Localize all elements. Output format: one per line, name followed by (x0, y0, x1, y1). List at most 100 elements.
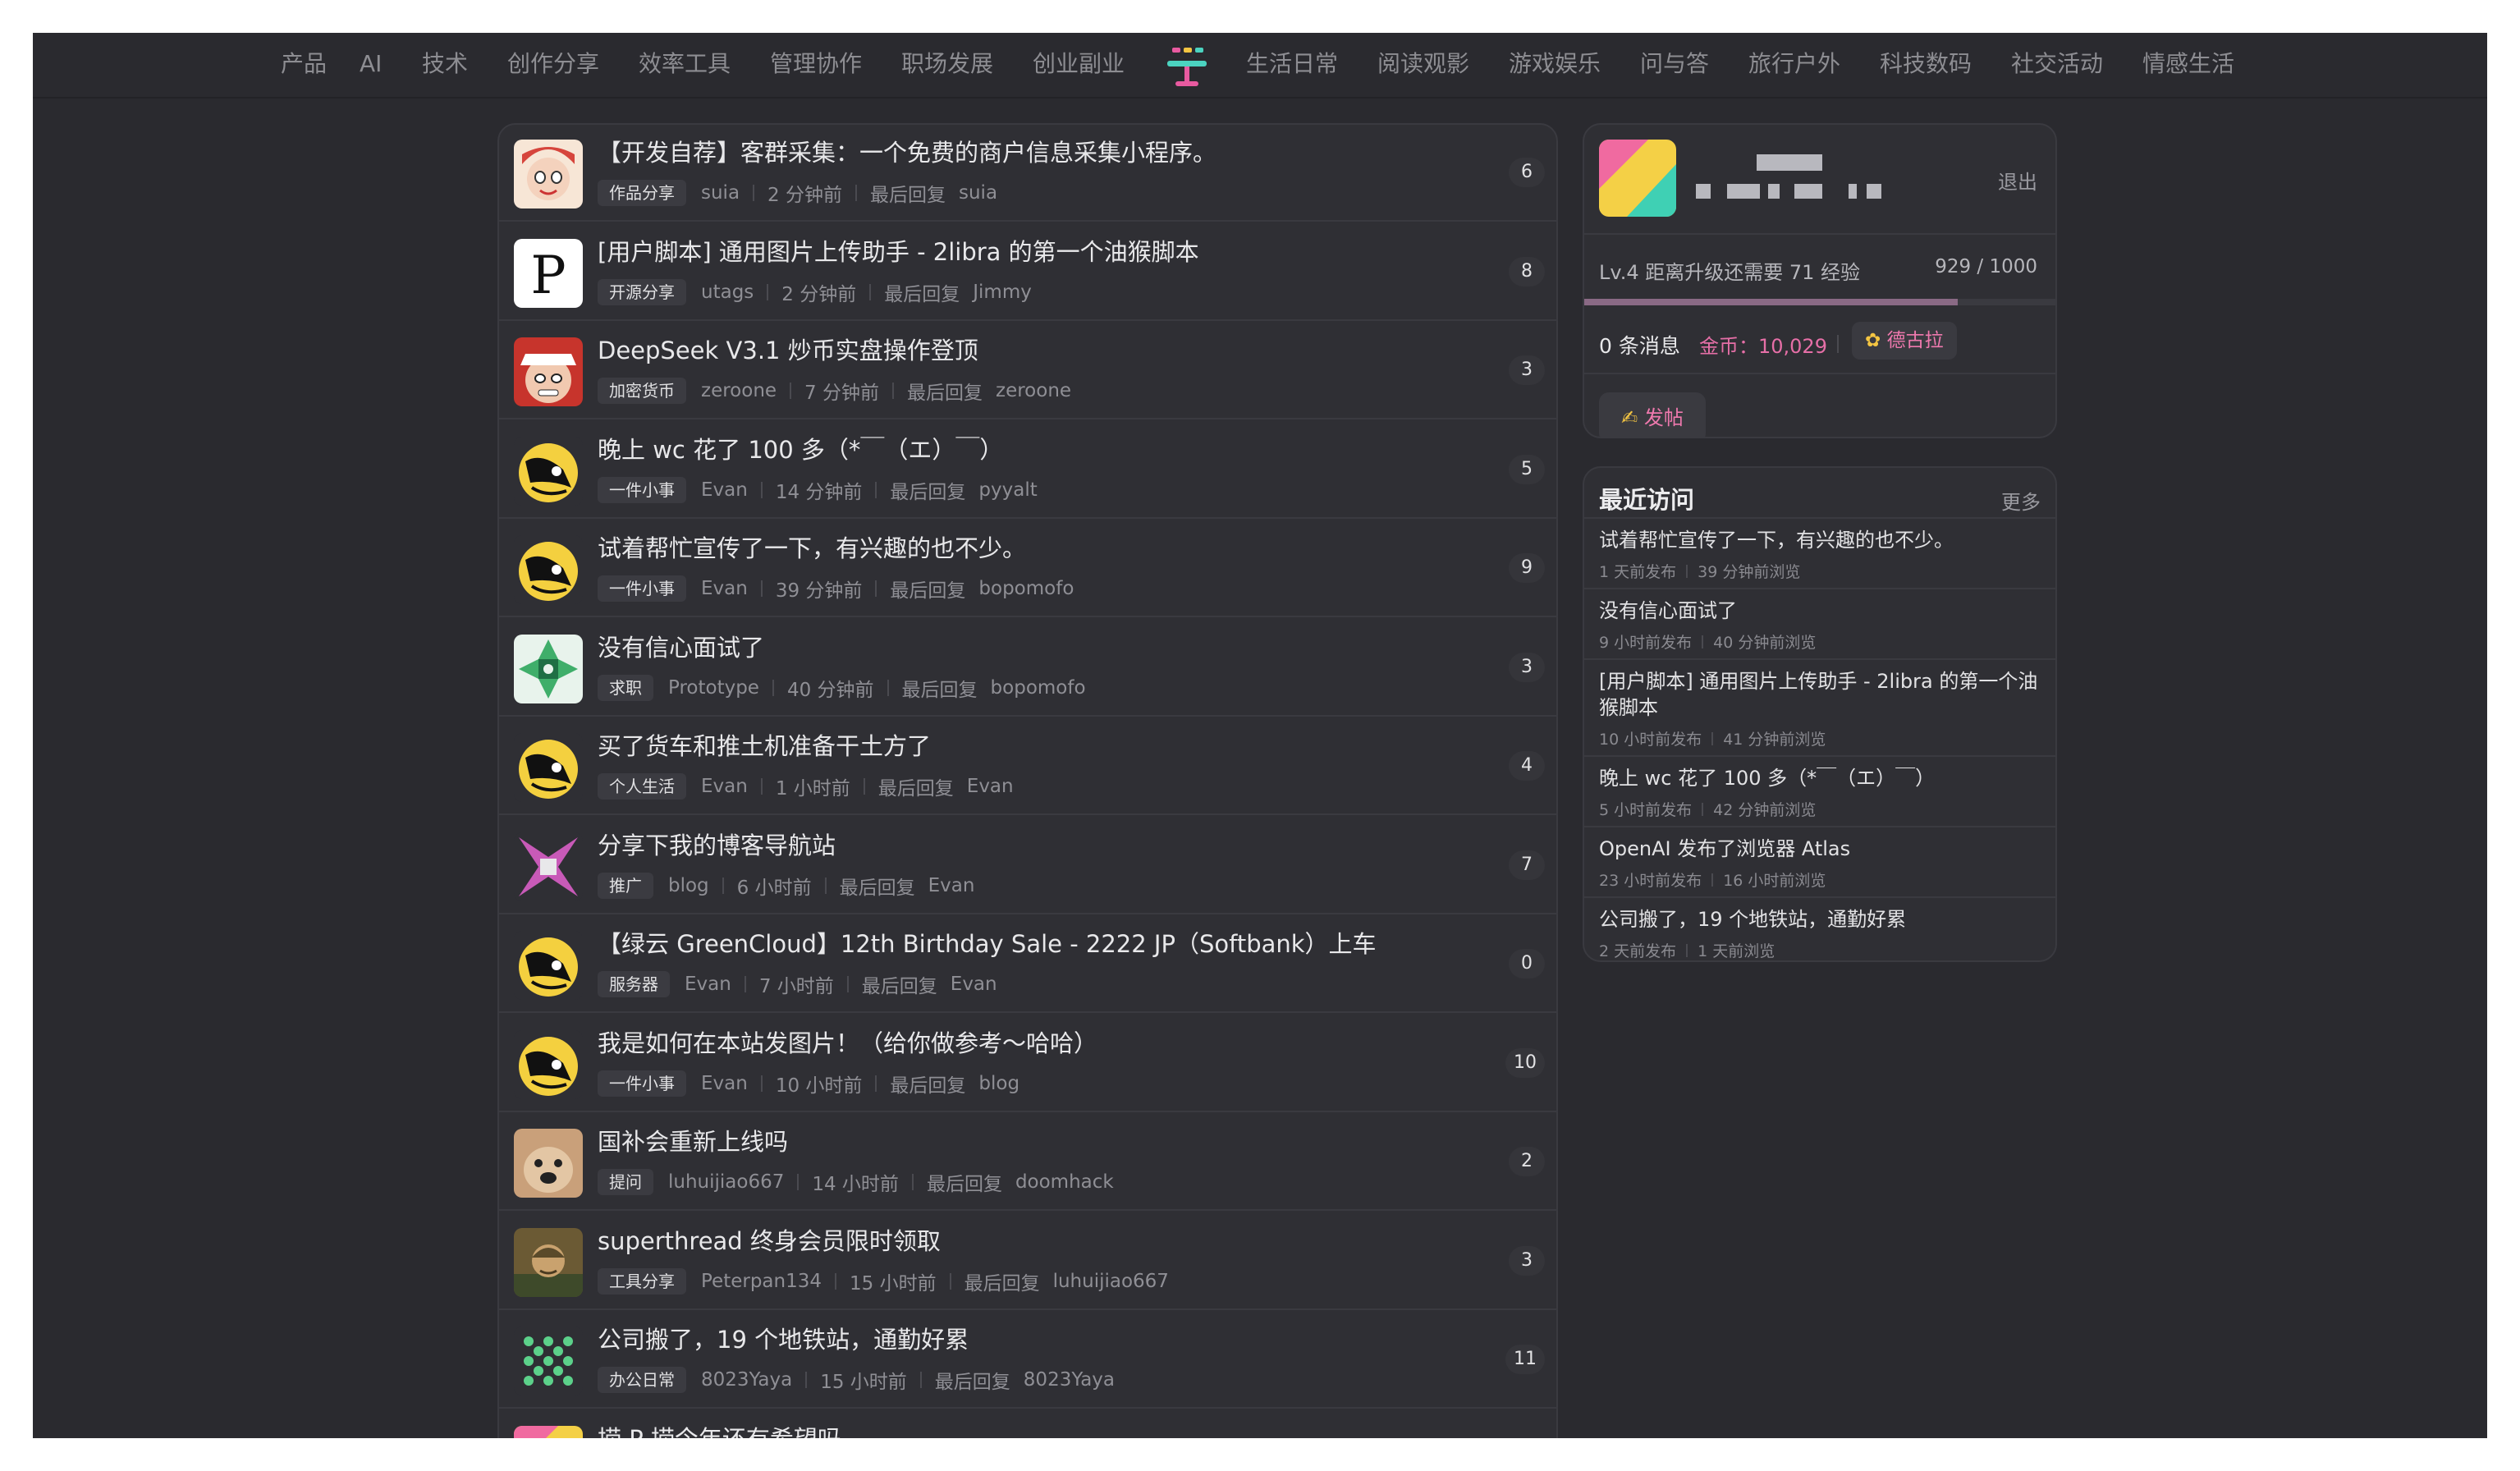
nav-item-daily-life[interactable]: 生活日常 (1246, 48, 1338, 80)
nav-item-ai[interactable]: AI (360, 48, 382, 80)
topic-row[interactable]: 试着帮忙宣传了一下，有兴趣的也不少。 一件小事 Evan 39 分钟前 最后回复 bopo… (499, 520, 1556, 617)
author-avatar[interactable] (514, 1327, 583, 1395)
topic-tag[interactable]: 一件小事 (598, 476, 686, 503)
topic-row[interactable]: 捞 P 捞今年还有希望吗4 (499, 1411, 1556, 1439)
nav-item-tech[interactable]: 技术 (422, 48, 468, 80)
recent-item-title[interactable]: 试着帮忙宣传了一下，有兴趣的也不少。 (1599, 527, 2050, 553)
topic-tag[interactable]: 一件小事 (598, 575, 686, 602)
nav-item-reading[interactable]: 阅读观影 (1377, 48, 1469, 80)
author-name[interactable]: Peterpan134 (701, 1271, 822, 1292)
topic-title[interactable]: superthread 终身会员限时领取 (598, 1225, 941, 1258)
last-reply-user[interactable]: Evan (928, 875, 975, 896)
topic-title[interactable]: 我是如何在本站发图片！（给你做参考～哈哈） (598, 1027, 1097, 1060)
messages-link[interactable]: 0 条消息 (1599, 330, 1680, 360)
author-name[interactable]: Evan (701, 578, 748, 599)
user-avatar[interactable] (1599, 140, 1676, 217)
author-avatar[interactable] (514, 535, 583, 604)
topic-title[interactable]: 买了货车和推土机准备干土方了 (598, 730, 931, 763)
topic-row[interactable]: 【开发自荐】客群采集：一个免费的商户信息采集小程序。 作品分享 suia 2 分钟前 最… (499, 125, 1556, 222)
topic-title[interactable]: 公司搬了，19 个地铁站，通勤好累 (598, 1323, 969, 1356)
recent-item-title[interactable]: OpenAI 发布了浏览器 Atlas (1599, 836, 2050, 862)
last-reply-user[interactable]: suia (959, 182, 997, 204)
last-reply-user[interactable]: bopomofo (978, 578, 1074, 599)
nav-item-social[interactable]: 社交活动 (2011, 48, 2103, 80)
topic-title[interactable]: [用户脚本] 通用图片上传助手 - 2libra 的第一个油猴脚本 (598, 236, 1199, 268)
topic-tag[interactable]: 个人生活 (598, 773, 686, 800)
author-name[interactable]: Evan (701, 776, 748, 797)
topic-row[interactable]: 晚上 wc 花了 100 多（*￣（エ）￣） 一件小事 Evan 14 分钟前 最后回复… (499, 422, 1556, 519)
nav-item-management[interactable]: 管理协作 (770, 48, 862, 80)
topic-row[interactable]: 买了货车和推土机准备干土方了 个人生活 Evan 1 小时前 最后回复 Evan 4 (499, 718, 1556, 815)
topic-title[interactable]: 捞 P 捞今年还有希望吗 (598, 1423, 841, 1439)
recent-item-title[interactable]: 公司搬了，19 个地铁站，通勤好累 (1599, 906, 2050, 933)
new-post-button[interactable]: ✍ 发帖 (1599, 392, 1706, 437)
recent-item[interactable]: [用户脚本] 通用图片上传助手 - 2libra 的第一个油猴脚本 10 小时前发… (1584, 658, 2055, 755)
author-avatar[interactable] (514, 1029, 583, 1099)
recent-item-title[interactable]: 晚上 wc 花了 100 多（*￣（エ）￣） (1599, 765, 2050, 791)
topic-row[interactable]: superthread 终身会员限时领取 工具分享 Peterpan134 15 小时… (499, 1213, 1556, 1310)
topic-tag[interactable]: 提问 (598, 1169, 653, 1195)
author-name[interactable]: zeroone (701, 380, 777, 401)
author-avatar[interactable] (514, 634, 583, 703)
topic-tag[interactable]: 服务器 (598, 971, 670, 997)
last-reply-user[interactable]: blog (978, 1073, 1019, 1094)
author-name[interactable]: Evan (701, 479, 748, 501)
author-avatar[interactable]: P (514, 238, 583, 308)
topic-title[interactable]: 晚上 wc 花了 100 多（*￣（エ）￣） (598, 433, 1003, 466)
author-name[interactable]: luhuijiao667 (668, 1171, 784, 1193)
topic-tag[interactable]: 办公日常 (598, 1367, 686, 1393)
recent-item[interactable]: OpenAI 发布了浏览器 Atlas 23 小时前发布 16 小时前浏览 (1584, 826, 2055, 896)
last-reply-user[interactable]: pyyalt (978, 479, 1037, 501)
last-reply-user[interactable]: bopomofo (991, 677, 1086, 699)
recent-item[interactable]: 没有信心面试了 9 小时前发布 40 分钟前浏览 (1584, 588, 2055, 658)
topic-row[interactable]: 公司搬了，19 个地铁站，通勤好累 办公日常 8023Yaya 15 小时前 最后回复 8… (499, 1312, 1556, 1409)
author-avatar[interactable] (514, 140, 583, 209)
logout-link[interactable]: 退出 (1998, 166, 2037, 195)
author-avatar[interactable] (514, 337, 583, 406)
topic-tag[interactable]: 作品分享 (598, 180, 686, 206)
topic-row[interactable]: P [用户脚本] 通用图片上传助手 - 2libra 的第一个油猴脚本 开源分享 ut… (499, 224, 1556, 321)
topic-title[interactable]: 【开发自荐】客群采集：一个免费的商户信息采集小程序。 (598, 136, 1216, 169)
author-avatar[interactable] (514, 733, 583, 802)
nav-item-product[interactable]: 产品 (281, 48, 327, 80)
author-avatar[interactable] (514, 436, 583, 506)
last-reply-user[interactable]: doomhack (1015, 1171, 1114, 1193)
author-name[interactable]: Evan (685, 974, 731, 995)
last-reply-user[interactable]: Evan (951, 974, 997, 995)
nav-item-creation[interactable]: 创作分享 (507, 48, 599, 80)
recent-item[interactable]: 试着帮忙宣传了一下，有兴趣的也不少。 1 天前发布 39 分钟前浏览 (1584, 517, 2055, 588)
nav-item-startup[interactable]: 创业副业 (1033, 48, 1125, 80)
topic-tag[interactable]: 推广 (598, 872, 653, 899)
author-name[interactable]: 8023Yaya (701, 1369, 792, 1391)
author-avatar[interactable] (514, 1425, 583, 1438)
topic-title[interactable]: DeepSeek V3.1 炒币实盘操作登顶 (598, 334, 978, 367)
nav-item-emotion[interactable]: 情感生活 (2142, 48, 2234, 80)
topic-row[interactable]: 没有信心面试了 求职 Prototype 40 分钟前 最后回复 bopomofo 3 (499, 620, 1556, 717)
author-name[interactable]: Evan (701, 1073, 748, 1094)
recent-item-title[interactable]: 没有信心面试了 (1599, 598, 2050, 624)
topic-title[interactable]: 没有信心面试了 (598, 631, 764, 664)
recent-item[interactable]: 晚上 wc 花了 100 多（*￣（エ）￣） 5 小时前发布 42 分钟前浏览 (1584, 755, 2055, 826)
nav-item-digital[interactable]: 科技数码 (1880, 48, 1972, 80)
last-reply-user[interactable]: luhuijiao667 (1053, 1271, 1169, 1292)
nav-item-games[interactable]: 游戏娱乐 (1509, 48, 1601, 80)
last-reply-user[interactable]: 8023Yaya (1024, 1369, 1115, 1391)
author-avatar[interactable] (514, 1129, 583, 1198)
author-avatar[interactable] (514, 931, 583, 1000)
author-name[interactable]: blog (668, 875, 709, 896)
topic-row[interactable]: 国补会重新上线吗 提问 luhuijiao667 14 小时前 最后回复 doomhack… (499, 1114, 1556, 1211)
title-badge[interactable]: ✿ 德古拉 (1852, 322, 1957, 360)
topic-tag[interactable]: 工具分享 (598, 1267, 686, 1295)
recent-item[interactable]: 公司搬了，19 个地铁站，通勤好累 2 天前发布 1 天前浏览 (1584, 896, 2055, 960)
topic-row[interactable]: 分享下我的博客导航站 推广 blog 6 小时前 最后回复 Evan 7 (499, 818, 1556, 914)
author-name[interactable]: Prototype (668, 677, 759, 699)
topic-row[interactable]: 我是如何在本站发图片！（给你做参考～哈哈） 一件小事 Evan 10 小时前 最后回复 b… (499, 1015, 1556, 1112)
recent-item-title[interactable]: [用户脚本] 通用图片上传助手 - 2libra 的第一个油猴脚本 (1599, 668, 2050, 721)
last-reply-user[interactable]: zeroone (996, 380, 1071, 401)
topic-title[interactable]: 国补会重新上线吗 (598, 1125, 788, 1158)
author-avatar[interactable] (514, 1227, 583, 1297)
author-name[interactable]: utags (701, 282, 754, 303)
topic-tag[interactable]: 一件小事 (598, 1070, 686, 1097)
last-reply-user[interactable]: Jimmy (973, 282, 1032, 303)
nav-item-travel[interactable]: 旅行户外 (1748, 48, 1840, 80)
